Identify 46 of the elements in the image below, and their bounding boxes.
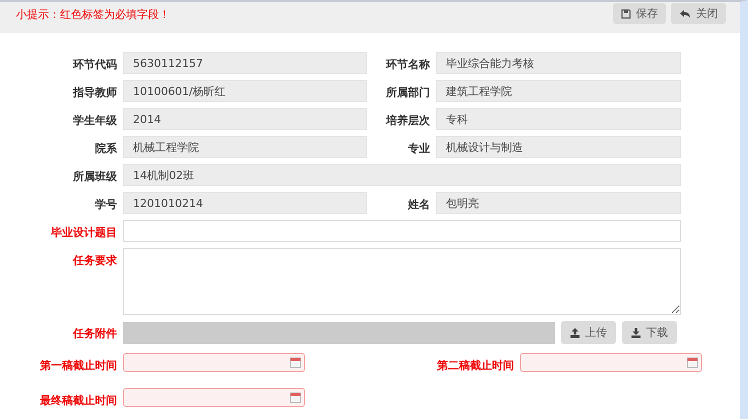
field-label: 学号 <box>94 197 117 212</box>
readonly-field[interactable]: 10100601/杨昕红 <box>123 80 367 102</box>
readonly-field[interactable]: 建筑工程学院 <box>436 80 681 102</box>
calendar-icon <box>290 357 301 368</box>
input-field[interactable] <box>123 220 681 242</box>
field-label: 任务附件 <box>72 326 117 341</box>
download-icon <box>631 328 641 338</box>
field-label: 环节代码 <box>72 57 117 72</box>
readonly-field[interactable]: 专科 <box>436 108 681 130</box>
readonly-field[interactable]: 包明亮 <box>436 192 681 214</box>
readonly-field[interactable]: 1201010214 <box>123 192 367 214</box>
file-field[interactable] <box>123 322 555 344</box>
field-label: 第二稿截止时间 <box>437 358 514 373</box>
field-label: 指导教师 <box>72 85 117 100</box>
save-icon <box>621 8 631 18</box>
field-label: 学生年级 <box>72 113 117 128</box>
readonly-field[interactable]: 机械设计与制造 <box>436 136 681 158</box>
upload-icon <box>570 328 580 338</box>
readonly-field[interactable]: 5630112157 <box>123 52 367 74</box>
download-button[interactable]: 下载 <box>622 321 677 344</box>
date-field[interactable] <box>123 353 305 372</box>
text-area[interactable] <box>123 248 681 315</box>
calendar-icon <box>290 392 301 403</box>
field-label: 专业 <box>407 141 430 156</box>
readonly-field[interactable]: 毕业综合能力考核 <box>436 52 681 74</box>
upload-button[interactable]: 上传 <box>561 321 616 344</box>
field-label: 所属班级 <box>72 169 117 184</box>
field-label: 毕业设计题目 <box>50 225 117 240</box>
field-label: 任务要求 <box>72 253 117 268</box>
save-button[interactable]: 保存 <box>613 3 666 24</box>
readonly-field[interactable]: 14机制02班 <box>123 164 681 186</box>
field-label: 第一稿截止时间 <box>39 358 117 373</box>
field-label: 所属部门 <box>385 85 430 100</box>
calendar-icon <box>687 357 698 368</box>
field-label: 最终稿截止时间 <box>39 393 117 408</box>
close-button[interactable]: 关闭 <box>671 3 726 24</box>
date-field[interactable] <box>520 353 702 372</box>
readonly-field[interactable]: 机械工程学院 <box>123 136 367 158</box>
field-label: 院系 <box>94 141 117 156</box>
readonly-field[interactable]: 2014 <box>123 108 367 130</box>
required-fields-hint: 小提示：红色标签为必填字段！ <box>16 7 170 22</box>
date-field[interactable] <box>123 388 305 407</box>
reply-arrow-icon <box>679 8 691 18</box>
field-label: 环节名称 <box>384 57 430 72</box>
field-label: 姓名 <box>406 197 430 212</box>
field-label: 培养层次 <box>384 113 430 128</box>
